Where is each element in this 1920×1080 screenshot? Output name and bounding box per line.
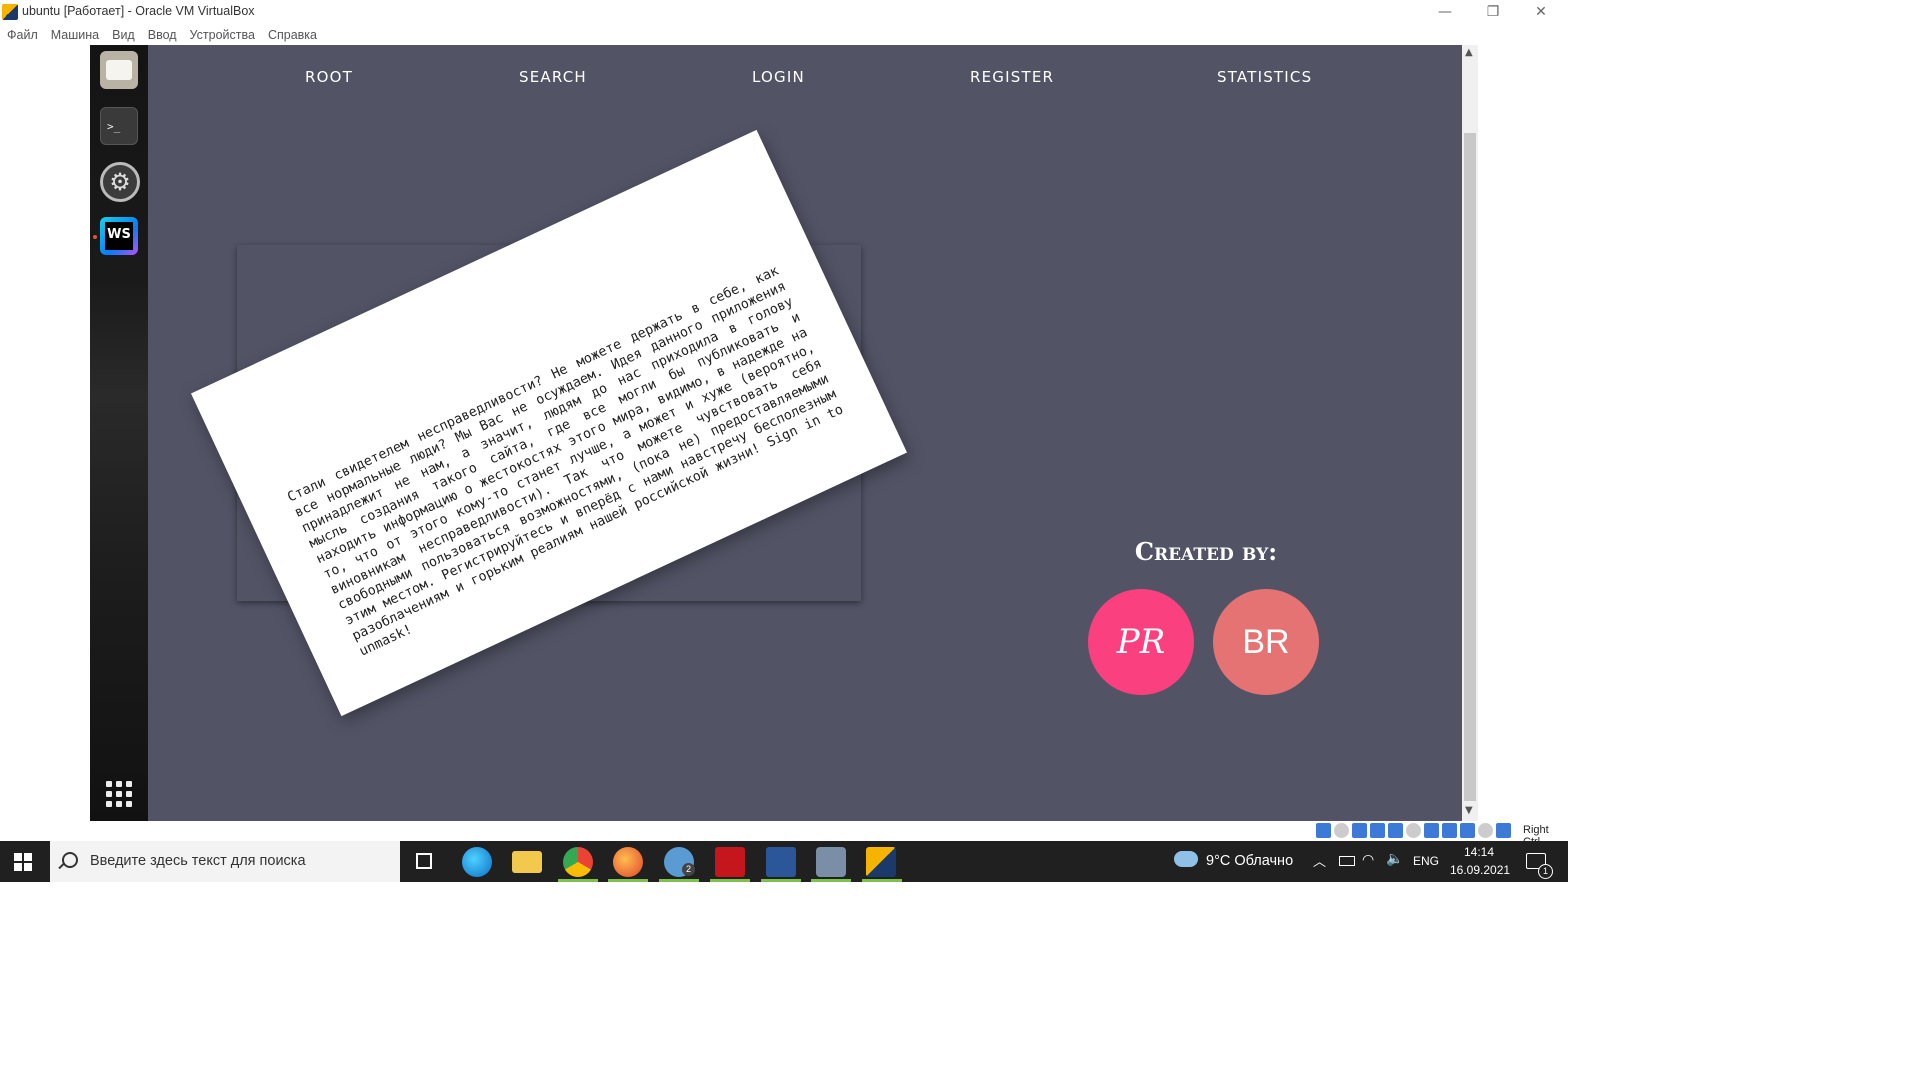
shared-folders-icon[interactable] bbox=[1406, 823, 1421, 838]
acrobat-icon[interactable] bbox=[715, 847, 745, 877]
weather-text[interactable]: 9°C Облачно bbox=[1206, 853, 1293, 869]
optical-drive-icon[interactable] bbox=[1334, 823, 1349, 838]
terminal-icon[interactable]: >_ bbox=[100, 107, 138, 145]
ubuntu-dock: >_ ⚙ WS bbox=[90, 45, 148, 821]
network-icon[interactable] bbox=[1370, 823, 1385, 838]
cube-app-icon[interactable] bbox=[816, 847, 846, 877]
author-avatar-br[interactable]: BR bbox=[1213, 589, 1319, 695]
mouse-integration-icon[interactable] bbox=[1496, 823, 1511, 838]
device-status-icons bbox=[1316, 823, 1511, 838]
weather-cloud-icon[interactable] bbox=[1174, 851, 1198, 867]
menu-view[interactable]: Вид bbox=[112, 28, 135, 42]
audio-icon[interactable] bbox=[1352, 823, 1367, 838]
telegram-badge: 2 bbox=[682, 863, 695, 876]
scroll-up-icon[interactable]: ▲ bbox=[1465, 47, 1473, 58]
intro-card: Стали свидетелем несправедливости? Не мо… bbox=[191, 129, 907, 717]
clock-time[interactable]: 14:14 bbox=[1464, 845, 1494, 859]
taskbar-search[interactable]: Введите здесь текст для поиска bbox=[50, 841, 400, 882]
window-title-bar: ubuntu [Работает] - Oracle VM VirtualBox… bbox=[0, 0, 1568, 24]
cpu-icon[interactable] bbox=[1460, 823, 1475, 838]
guest-additions-icon[interactable] bbox=[1478, 823, 1493, 838]
webstorm-label: WS bbox=[107, 226, 131, 242]
files-icon[interactable] bbox=[100, 51, 138, 89]
close-button[interactable]: ✕ bbox=[1518, 0, 1564, 24]
nav-root[interactable]: ROOT bbox=[305, 68, 353, 86]
menu-devices[interactable]: Устройства bbox=[190, 28, 255, 42]
menu-machine[interactable]: Машина bbox=[51, 28, 99, 42]
webstorm-icon[interactable]: WS bbox=[100, 217, 138, 255]
virtualbox-icon bbox=[2, 4, 18, 20]
word-icon[interactable] bbox=[766, 847, 796, 877]
tray-chevron-icon[interactable]: ︿ bbox=[1313, 851, 1326, 870]
nav-statistics[interactable]: STATISTICS bbox=[1217, 68, 1312, 86]
search-icon bbox=[62, 852, 78, 868]
windows-taskbar: Введите здесь текст для поиска 2 9°C Обл… bbox=[0, 841, 1568, 882]
nav-register[interactable]: REGISTER bbox=[970, 68, 1054, 86]
menu-input[interactable]: Ввод bbox=[148, 28, 177, 42]
windows-start-icon[interactable] bbox=[14, 853, 32, 871]
menu-file[interactable]: Файл bbox=[7, 28, 38, 42]
author-avatar-pr[interactable]: PR bbox=[1088, 589, 1194, 695]
vm-scrollbar[interactable]: ▲ ▼ bbox=[1462, 45, 1478, 821]
maximize-button[interactable]: ❐ bbox=[1470, 0, 1516, 24]
settings-icon[interactable]: ⚙ bbox=[100, 162, 140, 202]
search-placeholder: Введите здесь текст для поиска bbox=[90, 853, 306, 869]
show-applications-icon[interactable] bbox=[106, 781, 132, 807]
display-icon[interactable] bbox=[1424, 823, 1439, 838]
notifications-badge: 1 bbox=[1538, 864, 1553, 879]
volume-icon[interactable]: 🔈 bbox=[1386, 851, 1403, 867]
telegram-icon[interactable]: 2 bbox=[664, 847, 695, 877]
firefox-icon[interactable] bbox=[613, 847, 643, 877]
wifi-icon[interactable]: ◠ bbox=[1362, 852, 1374, 868]
task-view-icon[interactable] bbox=[416, 853, 432, 869]
minimize-button[interactable]: — bbox=[1422, 0, 1468, 24]
hard-disk-icon[interactable] bbox=[1316, 823, 1331, 838]
clock-date[interactable]: 16.09.2021 bbox=[1450, 863, 1510, 877]
chrome-icon[interactable] bbox=[563, 847, 593, 877]
file-explorer-icon[interactable] bbox=[512, 851, 542, 873]
vbox-status-bar: Right Ctrl bbox=[0, 821, 1568, 848]
edge-icon[interactable] bbox=[462, 847, 492, 877]
virtualbox-taskbar-icon[interactable] bbox=[866, 847, 896, 877]
battery-icon[interactable] bbox=[1339, 856, 1355, 866]
menu-bar: Файл Машина Вид Ввод Устройства Справка bbox=[0, 25, 1568, 45]
scroll-thumb[interactable] bbox=[1464, 133, 1476, 801]
window-title: ubuntu [Работает] - Oracle VM VirtualBox bbox=[22, 4, 255, 18]
recording-icon[interactable] bbox=[1442, 823, 1457, 838]
language-indicator[interactable]: ENG bbox=[1413, 854, 1439, 868]
nav-login[interactable]: LOGIN bbox=[752, 68, 805, 86]
running-indicator bbox=[93, 235, 97, 239]
vm-screen: >_ ⚙ WS ROOT SEARCH LOGIN REGISTER STATI… bbox=[90, 45, 1462, 821]
created-by-heading: Created by: bbox=[1134, 537, 1278, 566]
menu-help[interactable]: Справка bbox=[268, 28, 317, 42]
scroll-down-icon[interactable]: ▼ bbox=[1465, 805, 1473, 816]
usb-icon[interactable] bbox=[1388, 823, 1403, 838]
nav-search[interactable]: SEARCH bbox=[519, 68, 587, 86]
